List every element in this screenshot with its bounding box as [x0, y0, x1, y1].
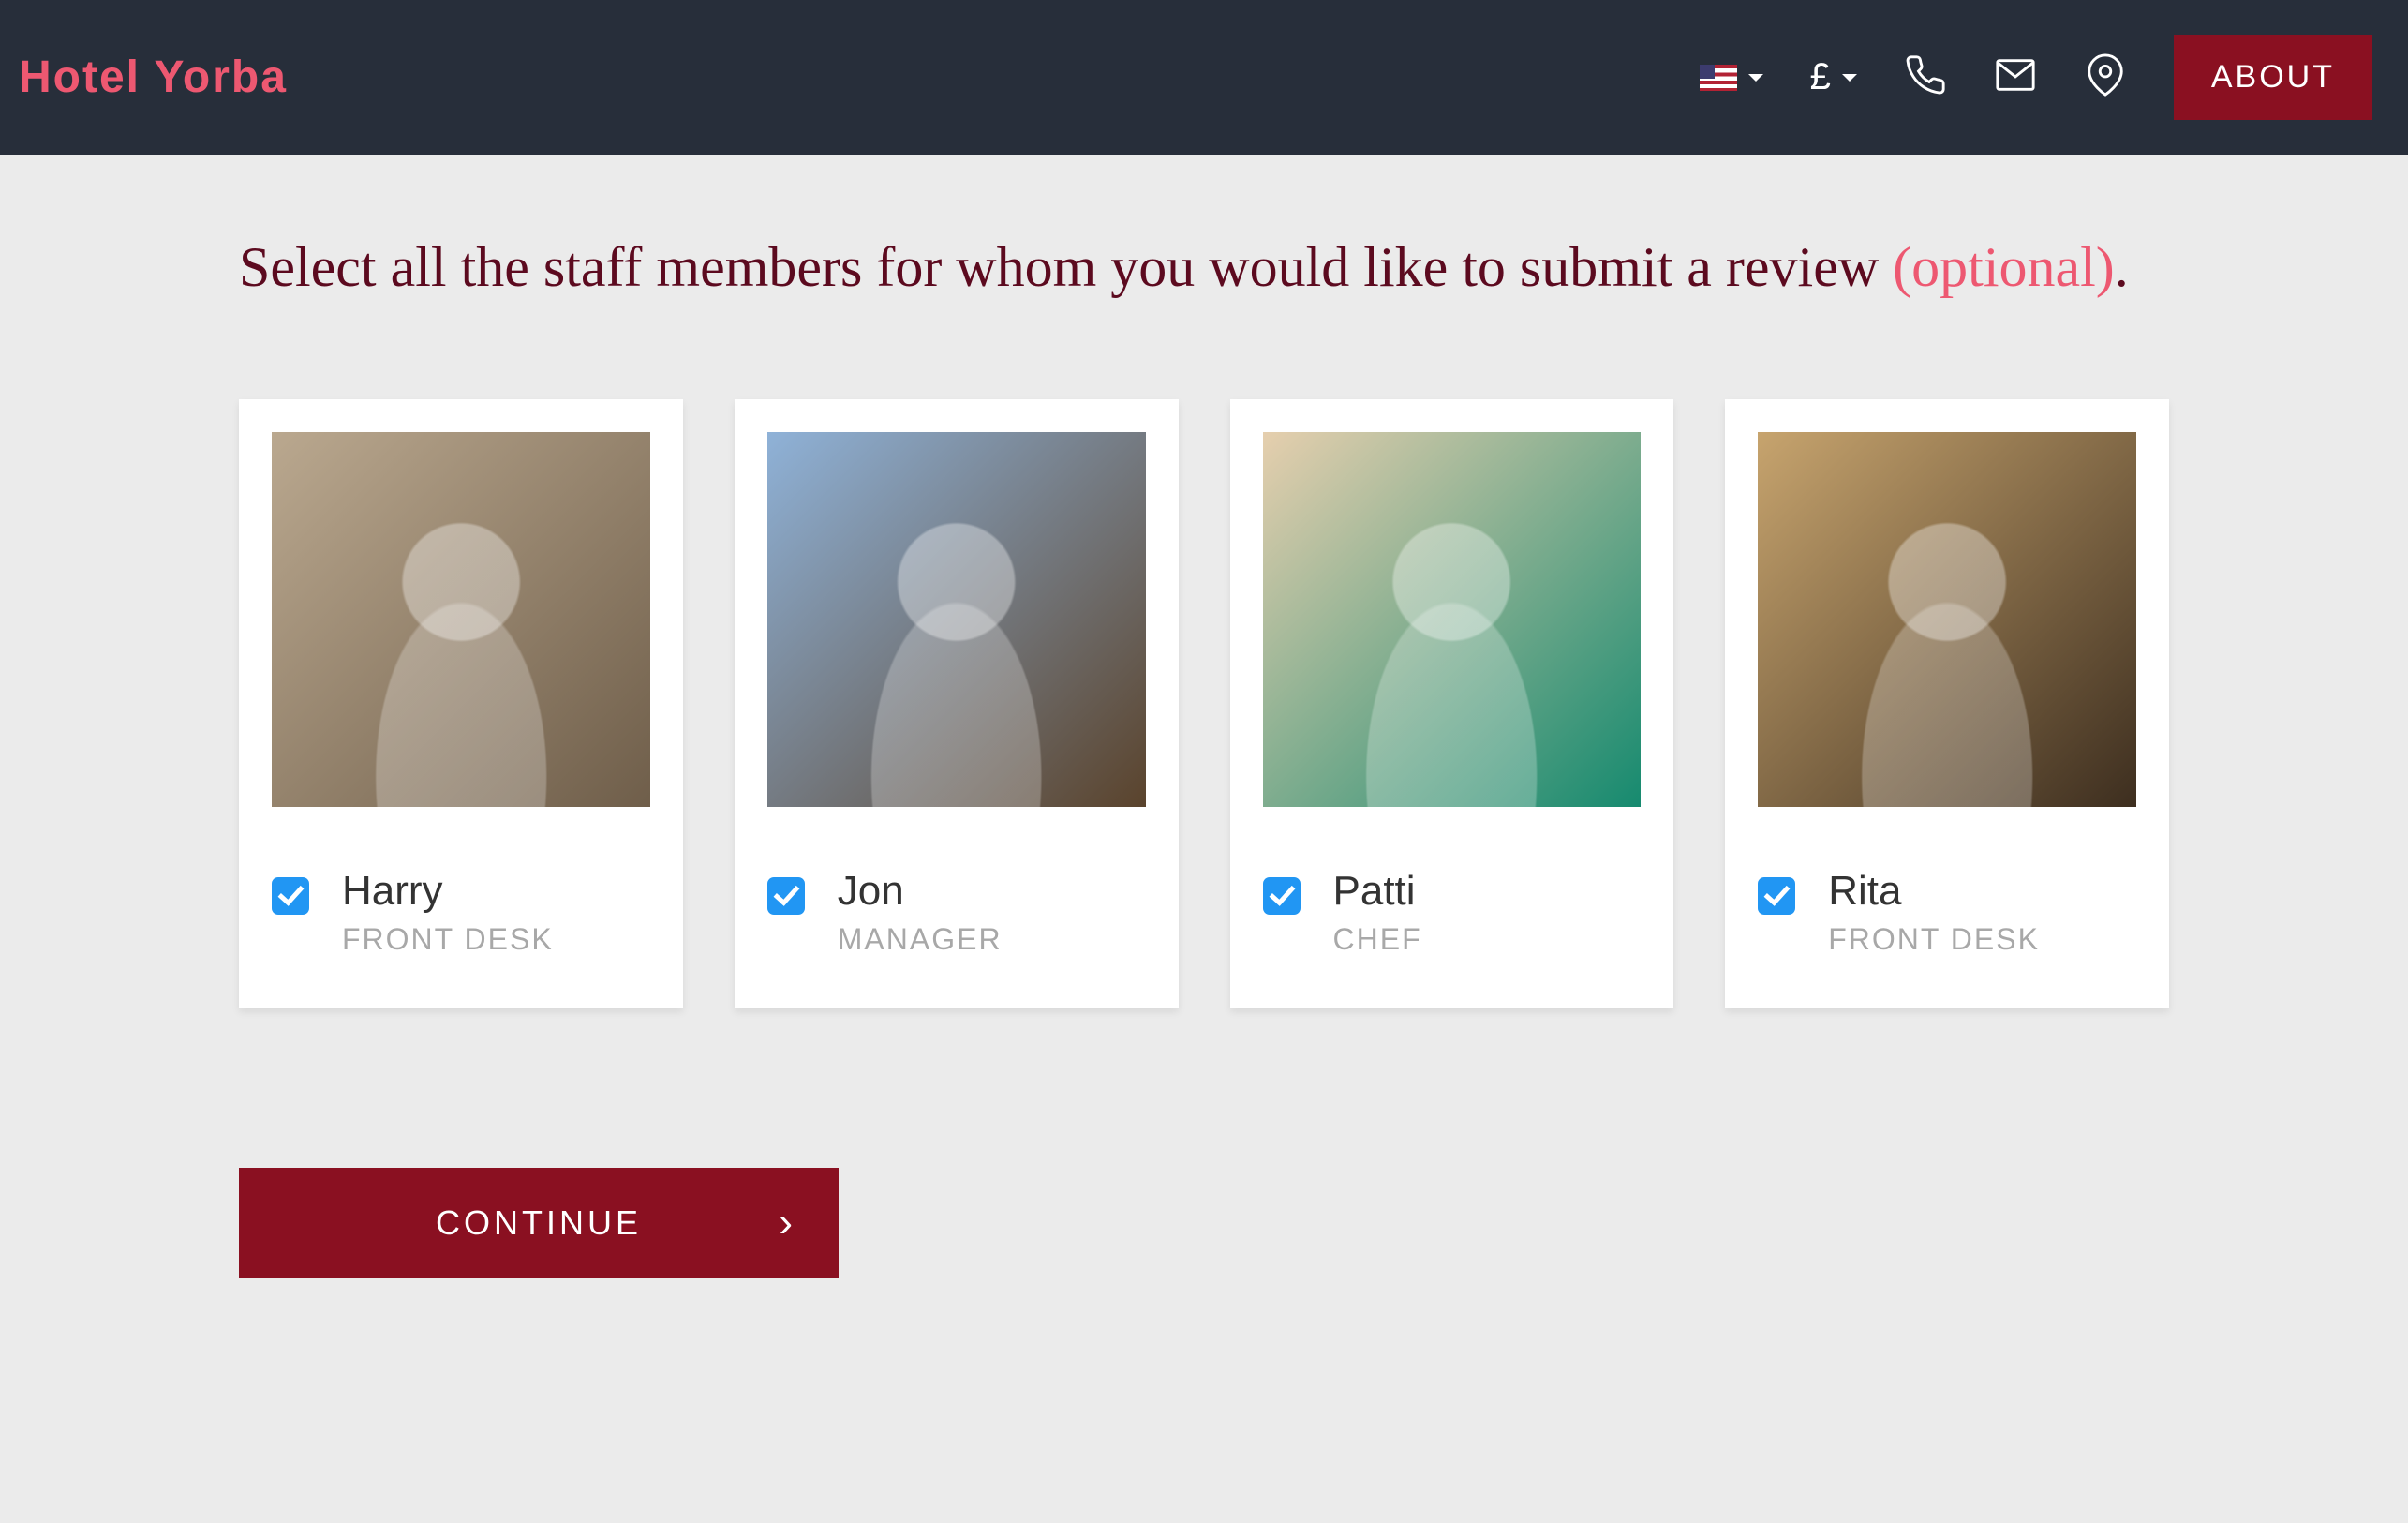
mail-icon[interactable] — [1994, 53, 2037, 101]
prompt-text-end: . — [2115, 236, 2129, 298]
staff-role: CHEF — [1333, 922, 1422, 957]
about-button[interactable]: ABOUT — [2174, 35, 2372, 120]
continue-button[interactable]: CONTINUE › — [239, 1168, 839, 1278]
staff-role: FRONT DESK — [1828, 922, 2040, 957]
language-selector[interactable] — [1700, 65, 1763, 91]
staff-photo — [1263, 432, 1642, 807]
chevron-down-icon — [1842, 74, 1857, 82]
staff-photo — [272, 432, 650, 807]
staff-role: FRONT DESK — [342, 922, 554, 957]
logo[interactable]: Hotel Yorba — [19, 52, 288, 103]
staff-role: MANAGER — [838, 922, 1003, 957]
staff-photo — [1758, 432, 2136, 807]
staff-checkbox[interactable] — [1263, 877, 1301, 915]
map-pin-icon[interactable] — [2084, 53, 2127, 101]
staff-checkbox[interactable] — [272, 877, 309, 915]
staff-name: Harry — [342, 868, 554, 915]
continue-label: CONTINUE — [436, 1203, 642, 1243]
prompt-optional: (optional) — [1893, 236, 2115, 298]
staff-card[interactable]: Rita FRONT DESK — [1725, 399, 2169, 1008]
page-title: Select all the staff members for whom yo… — [239, 230, 2169, 306]
staff-name: Jon — [838, 868, 1003, 915]
chevron-right-icon: › — [779, 1200, 796, 1247]
phone-icon[interactable] — [1904, 53, 1947, 101]
staff-name: Rita — [1828, 868, 2040, 915]
us-flag-icon — [1700, 65, 1737, 91]
staff-checkbox[interactable] — [1758, 877, 1795, 915]
staff-card[interactable]: Jon MANAGER — [735, 399, 1179, 1008]
prompt-text: Select all the staff members for whom yo… — [239, 236, 1893, 298]
staff-card[interactable]: Patti CHEF — [1230, 399, 1674, 1008]
chevron-down-icon — [1748, 74, 1763, 82]
staff-card[interactable]: Harry FRONT DESK — [239, 399, 683, 1008]
staff-checkbox[interactable] — [767, 877, 805, 915]
currency-symbol: £ — [1810, 56, 1831, 98]
staff-name: Patti — [1333, 868, 1422, 915]
currency-selector[interactable]: £ — [1810, 56, 1857, 98]
staff-photo — [767, 432, 1146, 807]
